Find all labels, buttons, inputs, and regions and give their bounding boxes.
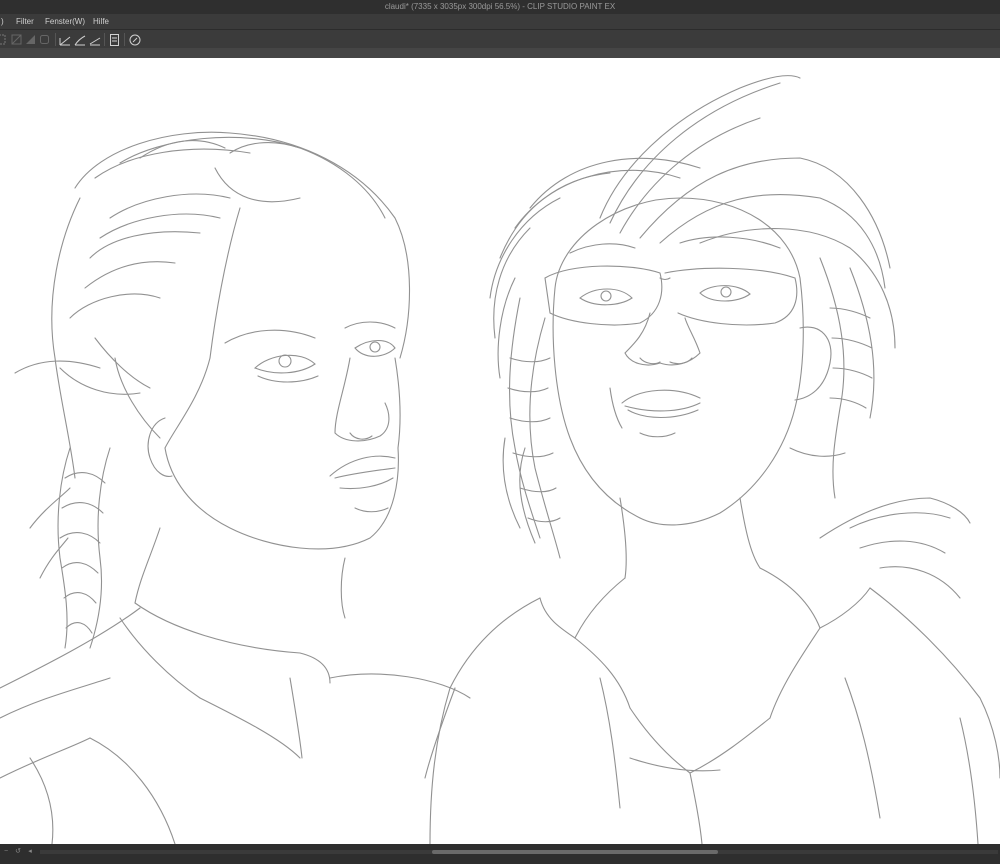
history-icon[interactable] — [128, 33, 141, 46]
toolbar-divider — [124, 33, 125, 46]
clear-selection-icon[interactable] — [10, 33, 23, 46]
scrollbar-thumb[interactable] — [432, 850, 718, 854]
zoom-out-icon[interactable]: − — [2, 848, 10, 856]
sketch-drawing — [0, 75, 1000, 844]
tool-property-strip — [0, 48, 1000, 58]
drawing-canvas[interactable] — [0, 58, 1000, 844]
status-bar: − ↺ ◂ — [0, 844, 1000, 864]
right-figure-sketch — [424, 75, 1000, 844]
menu-item-help[interactable]: Hilfe — [91, 14, 111, 29]
window-title-bar: claudi* (7335 x 3035px 300dpi 56.5%) - C… — [0, 0, 1000, 14]
partial-tool-icon[interactable] — [0, 33, 7, 46]
select-area-icon[interactable] — [38, 33, 51, 46]
navigator-icon[interactable]: ◂ — [26, 848, 34, 856]
page-icon[interactable] — [108, 33, 121, 46]
fill-icon[interactable] — [24, 33, 37, 46]
rotate-icon[interactable]: ↺ — [14, 848, 22, 856]
toolbar-divider — [55, 33, 56, 46]
toolbar-divider — [104, 33, 105, 46]
canvas-area[interactable] — [0, 58, 1000, 844]
menu-item-filter[interactable]: Filter — [14, 14, 36, 29]
menu-item-partial[interactable]: ) — [0, 14, 6, 29]
menu-item-window[interactable]: Fenster(W) — [43, 14, 87, 29]
command-bar — [0, 29, 1000, 49]
menu-bar: ) Filter Fenster(W) Hilfe — [0, 14, 1000, 29]
window-title: claudi* (7335 x 3035px 300dpi 56.5%) - C… — [384, 2, 616, 11]
ruler-straight-icon[interactable] — [88, 33, 101, 46]
ruler-line-icon[interactable] — [58, 33, 71, 46]
left-figure-sketch — [0, 131, 471, 844]
horizontal-scrollbar[interactable] — [40, 850, 998, 854]
ruler-curve-icon[interactable] — [73, 33, 86, 46]
